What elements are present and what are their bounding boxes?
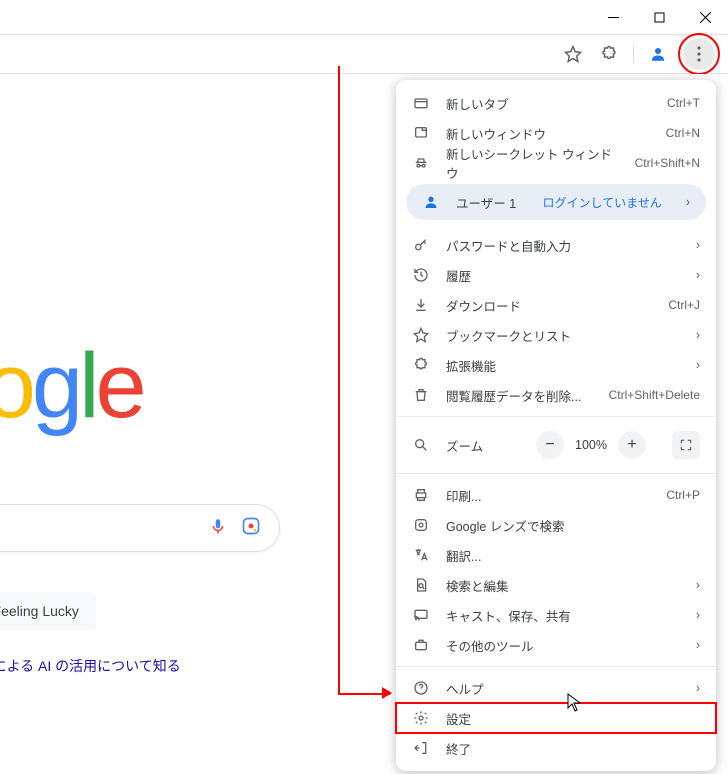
menu-item-exit[interactable]: 終了 xyxy=(396,733,716,763)
menu-label: 拡張機能 xyxy=(446,356,680,375)
feeling-lucky-button[interactable]: m Feeling Lucky xyxy=(0,592,96,630)
bookmark-star-icon[interactable] xyxy=(557,38,589,70)
menu-accel: Ctrl+Shift+Delete xyxy=(609,388,700,402)
menu-item-help[interactable]: ヘルプ › xyxy=(396,673,716,703)
menu-label: 閲覧履歴データを削除... xyxy=(446,386,593,405)
profile-avatar-icon[interactable] xyxy=(642,38,674,70)
menu-accel: Ctrl+T xyxy=(667,96,700,110)
menu-item-zoom: ズーム − 100% + xyxy=(396,423,716,467)
google-logo: Google xyxy=(0,334,143,439)
zoom-out-button[interactable]: − xyxy=(536,431,564,459)
magnifier-icon xyxy=(412,436,430,454)
puzzle-icon xyxy=(412,356,430,374)
chevron-right-icon: › xyxy=(696,578,700,592)
menu-item-user-profile[interactable]: ユーザー 1 ログインしていません › xyxy=(406,184,706,220)
menu-accel: Ctrl+N xyxy=(666,126,700,140)
menu-label: 検索と編集 xyxy=(446,576,680,595)
menu-item-lens-search[interactable]: Google レンズで検索 xyxy=(396,510,716,540)
menu-accel: Ctrl+P xyxy=(666,488,700,502)
tab-icon xyxy=(412,94,430,112)
document-search-icon xyxy=(412,576,430,594)
menu-label: 履歴 xyxy=(446,266,680,285)
menu-label: Google レンズで検索 xyxy=(446,516,700,535)
menu-label: 終了 xyxy=(446,739,700,758)
cast-icon xyxy=(412,606,430,624)
chrome-main-menu: 新しいタブ Ctrl+T 新しいウィンドウ Ctrl+N 新しいシークレット ウ… xyxy=(396,80,716,771)
briefcase-icon xyxy=(412,636,430,654)
menu-label: キャスト、保存、共有 xyxy=(446,606,680,625)
gear-icon xyxy=(412,709,430,727)
translate-icon xyxy=(412,546,430,564)
menu-label: ブックマークとリスト xyxy=(446,326,680,345)
zoom-percent: 100% xyxy=(574,438,608,452)
menu-label: 印刷... xyxy=(446,486,650,505)
menu-accel: Ctrl+J xyxy=(668,298,700,312)
window-minimize-button[interactable] xyxy=(590,0,636,34)
menu-item-more-tools[interactable]: その他のツール › xyxy=(396,630,716,660)
lens-icon xyxy=(412,516,430,534)
zoom-in-button[interactable]: + xyxy=(618,431,646,459)
chevron-right-icon: › xyxy=(696,608,700,622)
menu-item-cast-save-share[interactable]: キャスト、保存、共有 › xyxy=(396,600,716,630)
chevron-right-icon: › xyxy=(696,238,700,252)
star-icon xyxy=(412,326,430,344)
chevron-right-icon: › xyxy=(696,328,700,342)
key-icon xyxy=(412,236,430,254)
menu-separator xyxy=(396,473,716,474)
menu-item-incognito[interactable]: 新しいシークレット ウィンドウ Ctrl+Shift+N xyxy=(396,148,716,178)
chevron-right-icon: › xyxy=(696,358,700,372)
menu-label: ズーム xyxy=(446,436,520,455)
menu-label: パスワードと自動入力 xyxy=(446,236,680,255)
fullscreen-button[interactable] xyxy=(672,431,700,459)
window-titlebar xyxy=(0,0,728,34)
exit-icon xyxy=(412,739,430,757)
download-icon xyxy=(412,296,430,314)
window-icon xyxy=(412,124,430,142)
lens-search-icon[interactable] xyxy=(241,516,261,541)
printer-icon xyxy=(412,486,430,504)
trash-icon xyxy=(412,386,430,404)
voice-search-icon[interactable] xyxy=(209,517,227,540)
menu-label: 新しいシークレット ウィンドウ xyxy=(446,144,619,182)
menu-item-settings[interactable]: 設定 xyxy=(396,703,716,733)
menu-label: 設定 xyxy=(446,709,700,728)
menu-separator xyxy=(396,416,716,417)
chevron-right-icon: › xyxy=(696,681,700,695)
menu-item-bookmarks[interactable]: ブックマークとリスト › xyxy=(396,320,716,350)
person-icon xyxy=(422,193,440,211)
history-icon xyxy=(412,266,430,284)
menu-label: ダウンロード xyxy=(446,296,652,315)
menu-item-passwords[interactable]: パスワードと自動入力 › xyxy=(396,230,716,260)
menu-item-translate[interactable]: 翻訳... xyxy=(396,540,716,570)
menu-separator xyxy=(396,666,716,667)
chevron-right-icon: › xyxy=(696,268,700,282)
window-close-button[interactable] xyxy=(682,0,728,34)
help-icon xyxy=(412,679,430,697)
menu-item-history[interactable]: 履歴 › xyxy=(396,260,716,290)
menu-item-find-and-edit[interactable]: 検索と編集 › xyxy=(396,570,716,600)
annotation-circle xyxy=(678,33,720,75)
window-maximize-button[interactable] xyxy=(636,0,682,34)
menu-accel: Ctrl+Shift+N xyxy=(635,156,700,170)
menu-item-extensions[interactable]: 拡張機能 › xyxy=(396,350,716,380)
menu-label: 翻訳... xyxy=(446,546,700,565)
menu-item-downloads[interactable]: ダウンロード Ctrl+J xyxy=(396,290,716,320)
menu-label: 新しいウィンドウ xyxy=(446,124,650,143)
menu-item-print[interactable]: 印刷... Ctrl+P xyxy=(396,480,716,510)
user-login-status: ログインしていません xyxy=(543,194,662,211)
chevron-right-icon: › xyxy=(696,638,700,652)
menu-label: ユーザー 1 xyxy=(456,193,527,212)
menu-label: その他のツール xyxy=(446,636,680,655)
incognito-icon xyxy=(412,154,430,172)
toolbar-divider xyxy=(633,45,634,63)
menu-item-clear-browsing-data[interactable]: 閲覧履歴データを削除... Ctrl+Shift+Delete xyxy=(396,380,716,410)
google-ai-link[interactable]: gle による AI の活用について知る xyxy=(0,656,181,676)
google-search-input[interactable] xyxy=(0,504,280,552)
browser-toolbar xyxy=(0,34,728,74)
chevron-right-icon: › xyxy=(686,195,690,209)
menu-label: 新しいタブ xyxy=(446,94,651,113)
extensions-puzzle-icon[interactable] xyxy=(593,38,625,70)
menu-label: ヘルプ xyxy=(446,679,680,698)
menu-item-new-tab[interactable]: 新しいタブ Ctrl+T xyxy=(396,88,716,118)
